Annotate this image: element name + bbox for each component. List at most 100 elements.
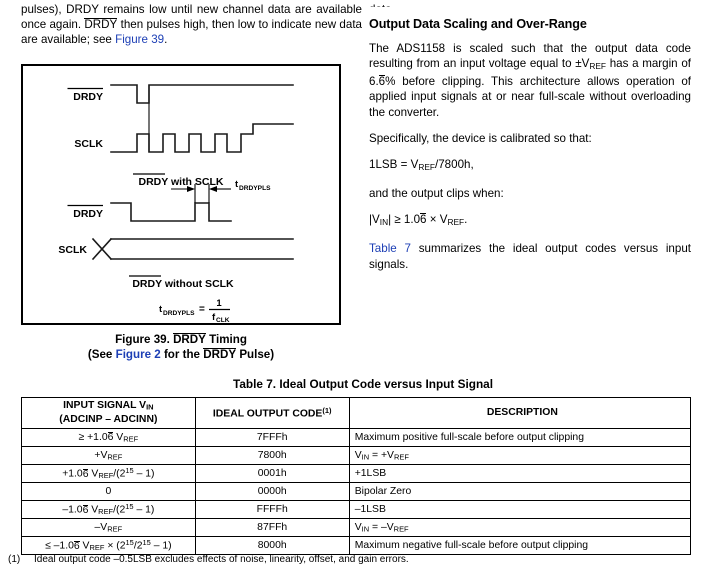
right-column: data. Output Data Scaling and Over-Range… (369, 2, 691, 283)
table-row: ≤ –1.06 VREF × (215/215 – 1) 8000h Maximum… (21, 536, 692, 555)
right-paragraph-2: Specifically, the device is calibrated s… (369, 131, 592, 145)
header-col2-text: IDEAL OUTPUT CODE (212, 408, 323, 420)
right-orphan-text: data. (369, 3, 395, 7)
drdy-waveform-1 (110, 84, 294, 104)
tdrdypls-formula: t DRDYPLS = 1 f CLK (159, 298, 230, 323)
header-ideal-output-code: IDEAL OUTPUT CODE(1) (194, 397, 350, 429)
table-row: +VREF 7800h VIN = +VREF (21, 446, 692, 465)
svg-text:1: 1 (216, 298, 222, 309)
drdy-overline-caption-1: DRDY (173, 333, 206, 346)
figure-caption-line-1: Figure 39. DRDY Timing (21, 333, 341, 348)
figure-caption-line-2: (See Figure 2 for the DRDY Pulse) (21, 347, 341, 363)
table-row: +1.06 VREF/(215 – 1) 0001h +1LSB (21, 464, 692, 483)
left-p1-part-c: . (164, 33, 168, 47)
sclk-label-2: SCLK (58, 244, 87, 256)
eq2-d: . (464, 213, 468, 227)
drdy-timing-diagram-svg: DRDY SCLK DRDY with SCLK t DRDYPLS SCLK … (58, 84, 294, 323)
figure-caption-pre: Figure 39. (115, 333, 174, 346)
cell-output-code: 87FFh (194, 518, 350, 537)
eq2-b: | ≥ 1.0 (388, 213, 421, 227)
figure-39-box: DRDY SCLK DRDY with SCLK t DRDYPLS SCLK … (21, 64, 341, 325)
figure-caption2-pre: (See (87, 347, 116, 361)
eq2-sub-in: IN (379, 217, 389, 228)
cell-input-signal: ≥ +1.06 VREF (21, 428, 196, 447)
cell-input-signal: –VREF (21, 518, 196, 537)
footnote-number: (1) (8, 554, 21, 565)
table-7-title: Table 7. Ideal Output Code versus Input … (232, 377, 493, 391)
cell-output-code: 8000h (194, 536, 350, 555)
header-col1-pre: INPUT SIGNAL V (63, 399, 147, 411)
cell-description: VIN = –VREF (348, 518, 692, 537)
cell-output-code: 7FFFh (194, 428, 350, 447)
section-heading-output-data-scaling: Output Data Scaling and Over-Range (369, 17, 587, 31)
diagram-2-subcaption: DRDY without SCLK (132, 278, 234, 290)
cell-output-code: FFFFh (194, 500, 350, 519)
table-row: –1.06 VREF/(215 – 1) FFFFh –1LSB (21, 500, 692, 519)
table-footnote: (1) Ideal output code –0.5LSB excludes ef… (8, 554, 708, 565)
cell-output-code: 7800h (194, 446, 350, 465)
figure-caption-post: Timing (205, 333, 247, 346)
sclk-label-1: SCLK (74, 138, 103, 150)
drdy-waveform-2 (110, 202, 232, 222)
right-orphan-line: data. (369, 2, 691, 7)
svg-text:CLK: CLK (216, 317, 230, 323)
cell-description: Maximum negative full-scale before outpu… (348, 536, 692, 555)
cell-input-signal: –1.06 VREF/(215 – 1) (21, 500, 196, 519)
right-p1-c: % before clipping. This architecture all… (369, 75, 691, 119)
header-col1-line2: (ADCINP – ADCINN) (59, 413, 158, 425)
equation-1lsb: 1LSB = VREF/7800h, (369, 157, 691, 175)
cell-description: Maximum positive full-scale before outpu… (348, 428, 692, 447)
cell-input-signal: +VREF (21, 446, 196, 465)
right-paragraph-4: Table 7 summarizes the ideal output code… (369, 241, 691, 271)
figure-caption2-post: Pulse) (236, 347, 275, 361)
figure-39-caption: Figure 39. DRDY Timing (See Figure 2 for… (21, 333, 341, 362)
svg-text:DRDYPLS: DRDYPLS (163, 310, 195, 317)
right-p4-text: summarizes the ideal output codes versus… (369, 242, 691, 271)
cell-input-signal: ≤ –1.06 VREF × (215/215 – 1) (21, 536, 196, 555)
table-body: ≥ +1.06 VREF 7FFFh Maximum positive full-s… (21, 428, 692, 555)
eq1-a: 1LSB = V (369, 158, 419, 172)
eq2-a: |V (369, 213, 380, 227)
footnote-text: Ideal output code –0.5LSB excludes effec… (34, 554, 409, 565)
right-paragraph-1: The ADS1158 is scaled such that the outp… (369, 41, 691, 120)
cell-output-code: 0000h (194, 482, 350, 501)
tdrdypls-label-sub: DRDYPLS (239, 185, 271, 192)
eq1-sub: REF (418, 161, 435, 172)
table-row: –VREF 87FFh VIN = –VREF (21, 518, 692, 537)
left-paragraph-1: pulses), DRDY remains low until new chan… (21, 2, 362, 48)
cell-input-signal: 0 (21, 482, 196, 501)
cell-description: Bipolar Zero (348, 482, 692, 501)
cell-description: –1LSB (348, 500, 692, 519)
table-row: ≥ +1.06 VREF 7FFFh Maximum positive full-s… (21, 428, 692, 447)
header-col1-sub: IN (146, 402, 154, 412)
left-column: pulses), DRDY remains low until new chan… (21, 2, 362, 54)
header-description: DESCRIPTION (348, 397, 692, 429)
drdy-label-2: DRDY (73, 208, 103, 220)
drdy-overline-inline-1: DRDY (84, 18, 118, 32)
cell-output-code: 0001h (194, 464, 350, 483)
link-figure-2[interactable]: Figure 2 (116, 348, 161, 361)
cell-description: VIN = +VREF (348, 446, 692, 465)
header-input-signal: INPUT SIGNAL VIN (ADCINP – ADCINN) (21, 397, 196, 429)
drdy-label-1: DRDY (73, 91, 103, 103)
link-figure-39[interactable]: Figure 39 (115, 33, 164, 46)
table-row: 0 0000h Bipolar Zero (21, 482, 692, 501)
svg-text:=: = (199, 304, 205, 315)
sclk-waveform-1 (110, 123, 294, 153)
eq1-b: /7800h, (435, 158, 474, 172)
right-paragraph-3: and the output clips when: (369, 187, 504, 201)
link-table-7[interactable]: Table 7 (369, 242, 411, 255)
cell-input-signal: +1.06 VREF/(215 – 1) (21, 464, 196, 483)
table-7-ideal-output-code: INPUT SIGNAL VIN (ADCINP – ADCINN) IDEAL… (21, 397, 692, 555)
table-header-row: INPUT SIGNAL VIN (ADCINP – ADCINN) IDEAL… (21, 397, 692, 429)
drdy-overline-caption-2: DRDY (203, 347, 237, 361)
vref-sub-1: REF (589, 61, 607, 72)
figure-caption2-mid: for the (160, 347, 204, 361)
sclk-waveform-2 (91, 237, 294, 261)
eq2-c: × V (426, 213, 448, 227)
cell-description: +1LSB (348, 464, 692, 483)
eq2-sub-ref: REF (447, 217, 465, 228)
diagram-1-subcaption: DRDY with SCLK (139, 176, 224, 188)
equation-clip: |VIN| ≥ 1.06 × VREF. (369, 212, 691, 230)
header-col2-footnote-ref[interactable]: (1) (322, 406, 331, 415)
